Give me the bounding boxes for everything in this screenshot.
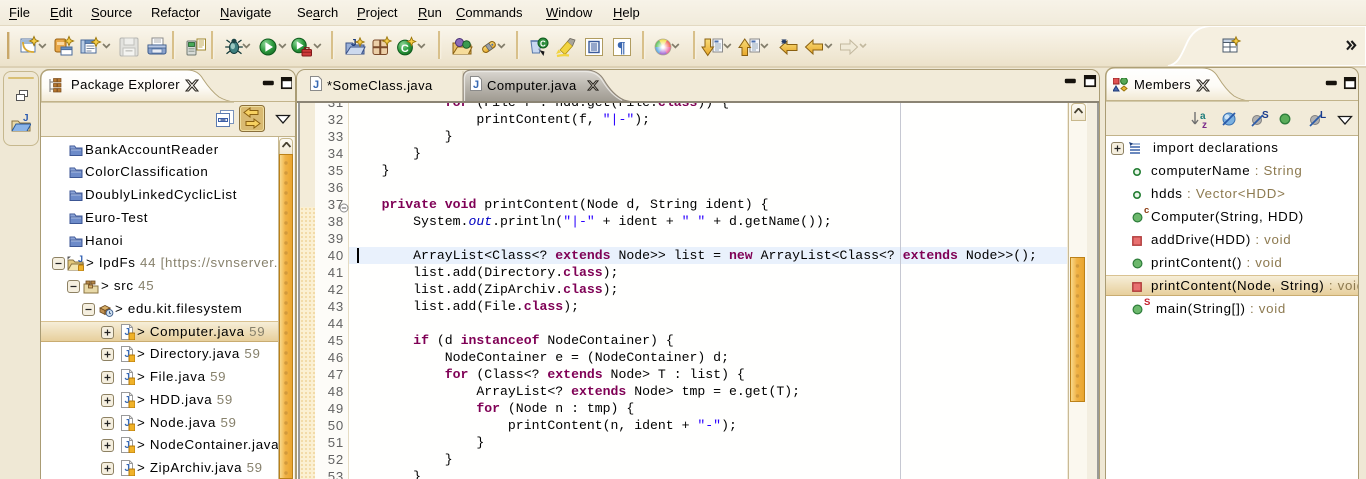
svg-text:J: J	[313, 79, 319, 91]
svg-text:C: C	[540, 40, 546, 49]
svg-text:J: J	[23, 113, 29, 124]
svg-text:C: C	[401, 43, 409, 55]
svg-text:J: J	[473, 79, 479, 91]
svg-text:z: z	[1202, 120, 1207, 131]
svg-text:J: J	[351, 38, 357, 49]
svg-text:J: J	[78, 255, 83, 264]
svg-text:¶: ¶	[617, 40, 626, 57]
